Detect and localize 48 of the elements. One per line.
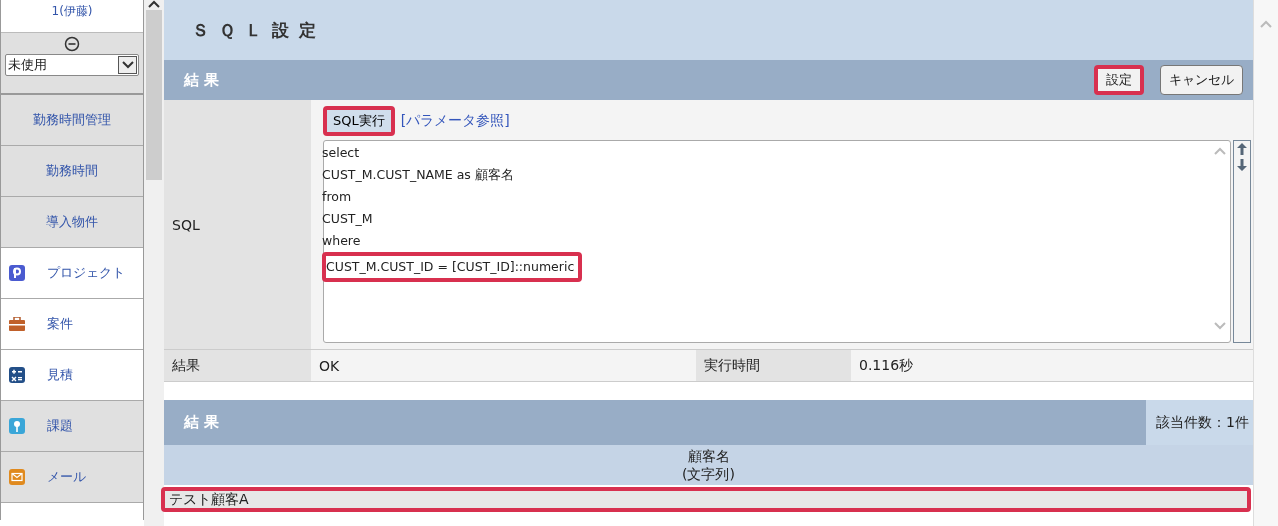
nav-label: 導入物件 (46, 213, 98, 231)
scrollbar[interactable] (1253, 0, 1278, 526)
scrollbar[interactable] (144, 0, 164, 526)
field-value: 0.116秒 (851, 350, 1253, 381)
caret-icon[interactable] (121, 61, 134, 69)
pin-icon (9, 418, 25, 434)
code-line: CUST_M (322, 210, 374, 228)
field-value: OK (311, 350, 696, 381)
nav-label: 案件 (47, 315, 73, 333)
nav-item[interactable]: 課題 (1, 401, 143, 452)
scroll-down-icon[interactable] (1214, 322, 1226, 330)
action-button[interactable]: キャンセル (1160, 65, 1243, 95)
column-name: 顧客名 (687, 447, 730, 465)
code-line: CUST_M.CUST_NAME as 顧客名 (322, 166, 515, 184)
nav-item[interactable]: メール (1, 452, 143, 503)
nav-item[interactable]: 勤務時間 (1, 146, 143, 197)
status-select[interactable]: 未使用 (5, 54, 139, 76)
result-count: 該当件数：1件 (1146, 400, 1253, 445)
action-button[interactable]: 設定 (1094, 65, 1144, 95)
code-line: where (322, 232, 362, 250)
nav-label: 勤務時間管理 (33, 111, 111, 129)
code-line: select (322, 144, 361, 162)
nav-label: 見積 (47, 366, 73, 384)
page-title: ＳＱＬ設定 (192, 18, 326, 42)
code-line: from (322, 188, 353, 206)
sql-editor[interactable]: select CUST_M.CUST_NAME as 顧客名 from CUST_M where CUST_M.CUST_ID = [CUST_ID]::numeric (323, 140, 1231, 343)
briefcase-icon (9, 317, 25, 331)
scroll-thumb[interactable] (146, 10, 162, 180)
minus-circle-icon[interactable] (64, 36, 80, 52)
column-type: (文字列) (682, 465, 735, 483)
section-title: 結 果 (184, 70, 220, 90)
nav-item[interactable]: 勤務時間管理 (1, 95, 143, 146)
scroll-up-icon[interactable] (148, 0, 160, 8)
nav-label: 勤務時間 (46, 162, 98, 180)
nav-label: メール (47, 468, 86, 486)
mail-icon (9, 469, 25, 485)
section-title: 結 果 (184, 413, 220, 432)
parameter-link[interactable]: [パラメータ参照] (400, 112, 510, 130)
field-label: SQL (164, 100, 311, 349)
nav-label: 課題 (47, 417, 73, 435)
run-sql-button[interactable]: SQL実行 (323, 106, 395, 136)
nav-item[interactable]: 導入物件 (1, 197, 143, 248)
project-icon (9, 265, 25, 281)
nav-label: プロジェクト (47, 264, 125, 282)
table-cell: テスト顧客A (161, 487, 1251, 512)
field-label: 実行時間 (696, 350, 851, 381)
calculator-icon (9, 367, 25, 383)
field-label: 結果 (164, 350, 311, 381)
